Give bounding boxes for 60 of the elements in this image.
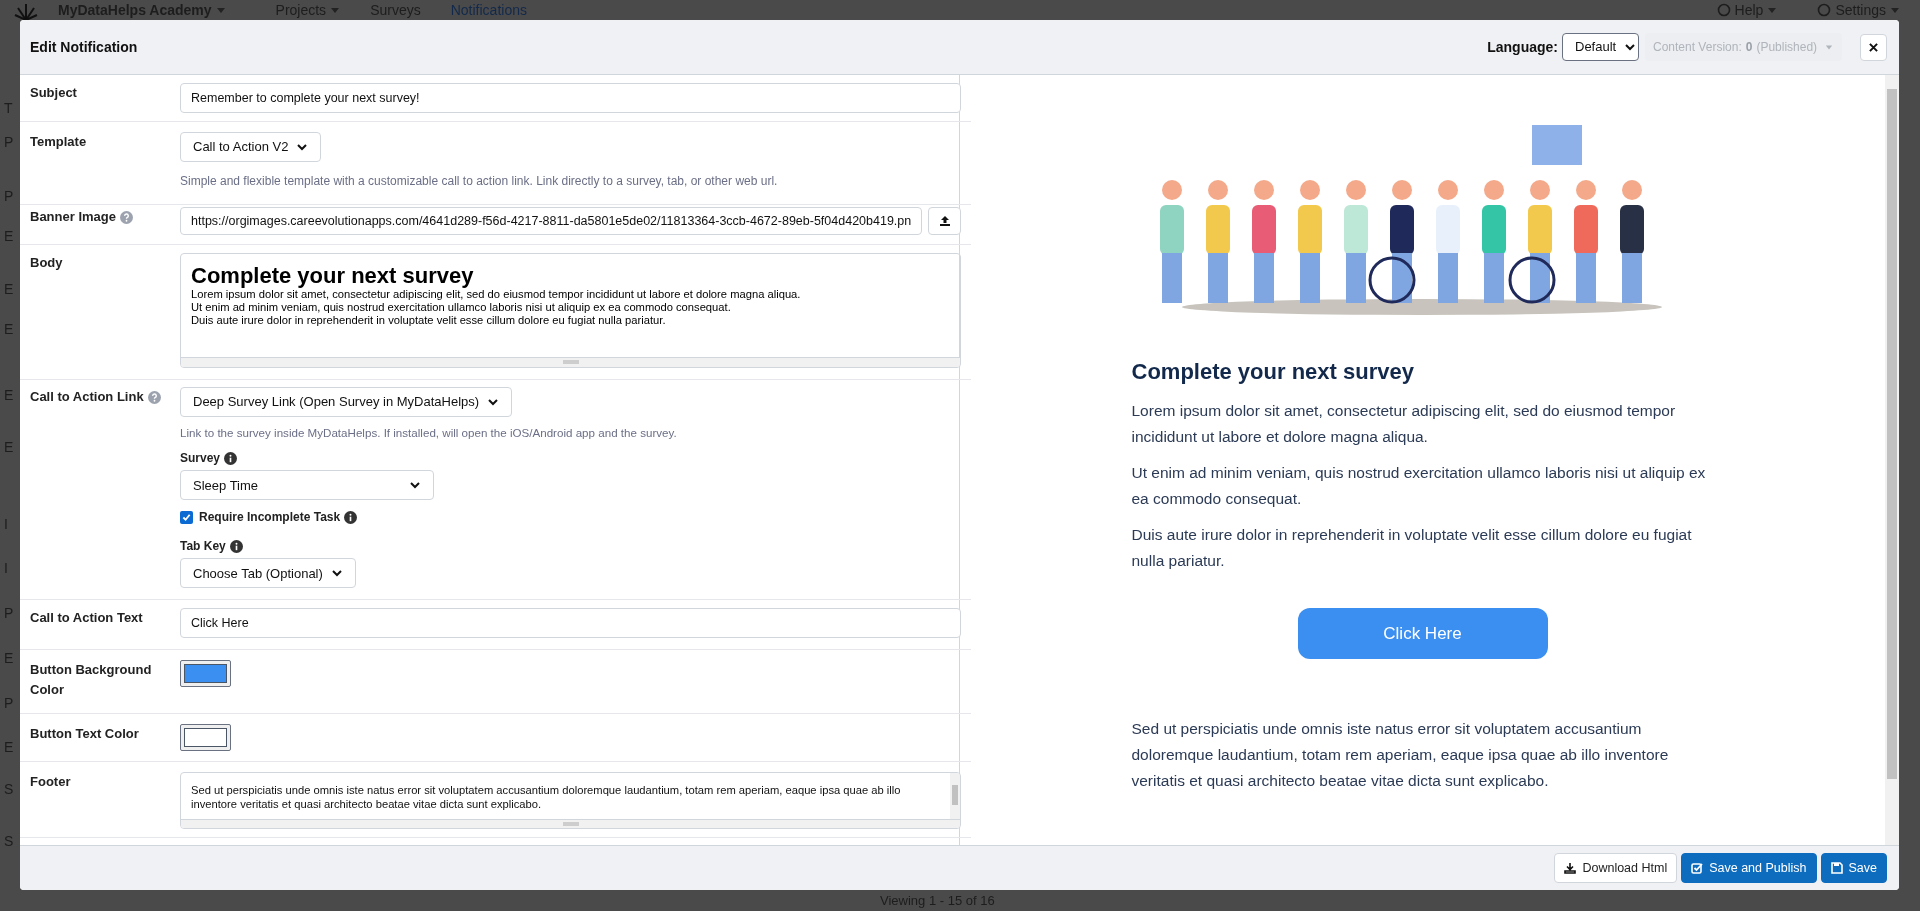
dialog-button[interactable]: Save bbox=[1820, 853, 1887, 883]
chevron-icon bbox=[487, 396, 500, 408]
help-text: Simple and flexible template with a customizable call to action link. Link directly to a survey, tab, or other web url. bbox=[180, 173, 779, 190]
field-label: Call to Action Link bbox=[30, 388, 144, 406]
preview-paragraph: Ut enim ad minim veniam, quis nostrud exercitation ullamco laboris nisi ut aliquip ex ea commodo consequat. bbox=[1131, 463, 1707, 509]
language-label: Language: bbox=[1487, 37, 1558, 57]
dialog-button[interactable]: Save and Publish bbox=[1681, 853, 1817, 883]
url-input[interactable]: https://orgimages.careevolutionapps.com/4641d289-f56d-4217-8811-da5801e5de02/11813364-3ccb-4672-89eb-5f04d420b419.pn bbox=[180, 207, 923, 235]
link-type-select[interactable]: Deep Survey Link (Open Survey in MyDataHelps) bbox=[180, 387, 513, 417]
checkbox[interactable] bbox=[180, 510, 193, 524]
resize-handle-icon[interactable] bbox=[562, 821, 579, 827]
survey-select[interactable]: Sleep Time bbox=[180, 470, 434, 501]
field-label: Survey bbox=[180, 450, 221, 468]
chevron-icon bbox=[296, 141, 309, 153]
field-label: Subject bbox=[30, 84, 77, 102]
help-text: Link to the survey inside MyDataHelps. If installed, will open the iOS/Android app and the survey. bbox=[180, 425, 678, 441]
field-label: Button Text Color bbox=[30, 725, 139, 743]
check-square-icon bbox=[1691, 862, 1704, 874]
dialog-title: Edit Notification bbox=[30, 37, 138, 57]
text-input[interactable]: Click Here bbox=[180, 608, 962, 638]
help-circle-icon bbox=[1716, 3, 1731, 17]
color-swatch[interactable] bbox=[184, 728, 227, 747]
close-icon bbox=[1869, 42, 1878, 52]
caret-icon bbox=[215, 5, 226, 15]
field-label: Button Background Color bbox=[30, 661, 153, 699]
chevron-icon bbox=[1624, 41, 1637, 53]
field-label: Tab Key bbox=[180, 538, 226, 556]
info-icon bbox=[229, 539, 243, 553]
scrollbar[interactable] bbox=[1885, 75, 1899, 845]
upload-icon bbox=[938, 215, 951, 227]
scrollbar[interactable] bbox=[950, 773, 961, 819]
editor-text: Ut enim ad minim veniam, quis nostrud exercitation ullamco laboris nisi ut aliquip ex ea commodo consequat. bbox=[191, 301, 732, 314]
editor-heading: Complete your next survey bbox=[191, 264, 475, 288]
tab-key-select[interactable]: Choose Tab (Optional) bbox=[180, 558, 356, 589]
dialog-button[interactable]: Download Html bbox=[1554, 853, 1678, 883]
field-label: Footer bbox=[30, 773, 71, 791]
field-label: Call to Action Text bbox=[30, 609, 143, 627]
preview-heading: Complete your next survey bbox=[1131, 358, 1415, 386]
field-label: Template bbox=[30, 133, 87, 151]
template-select[interactable]: Call to Action V2 bbox=[180, 132, 322, 162]
resize-handle-icon[interactable] bbox=[562, 360, 579, 365]
info-icon bbox=[344, 510, 358, 524]
editor-text: Duis aute irure dolor in reprehenderit in voluptate velit esse cillum dolore eu fugiat nulla pariatur. bbox=[191, 314, 667, 327]
field-label: Body bbox=[30, 254, 63, 272]
preview-paragraph: Lorem ipsum dolor sit amet, consectetur adipiscing elit, sed do eiusmod tempor incididunt ut labore et dolore magna aliqua. bbox=[1131, 401, 1677, 447]
editor-text: Lorem ipsum dolor sit amet, consectetur adipiscing elit, sed do eiusmod tempor incididunt ut labore et dolore magna aliqua. bbox=[191, 288, 802, 301]
preview-footer-text: Sed ut perspiciatis unde omnis iste natus error sit voluptatem accusantium doloremque laudantium, totam rem aperiam, eaque ipsa quae ab illo inventore veritatis et quasi architecto beatae vitae dicta sunt explicabo. bbox=[1131, 719, 1670, 791]
checkbox-label[interactable]: Require Incomplete Task bbox=[199, 508, 341, 527]
check-icon bbox=[182, 512, 191, 522]
text-input[interactable]: Remember to complete your next survey! bbox=[180, 83, 962, 113]
info-icon bbox=[224, 451, 238, 465]
download-icon bbox=[1564, 862, 1577, 874]
field-label: Banner Image bbox=[30, 208, 116, 226]
color-swatch[interactable] bbox=[184, 664, 227, 683]
preview-paragraph: Duis aute irure dolor in reprehenderit in voluptate velit esse cillum dolore eu fugiat nulla pariatur. bbox=[1131, 525, 1693, 571]
close-button[interactable] bbox=[1860, 33, 1887, 61]
language-select[interactable]: Default bbox=[1562, 33, 1639, 61]
upload-button[interactable] bbox=[928, 207, 962, 235]
caret-icon bbox=[1825, 43, 1834, 51]
rich-text-editor[interactable] bbox=[180, 253, 962, 368]
